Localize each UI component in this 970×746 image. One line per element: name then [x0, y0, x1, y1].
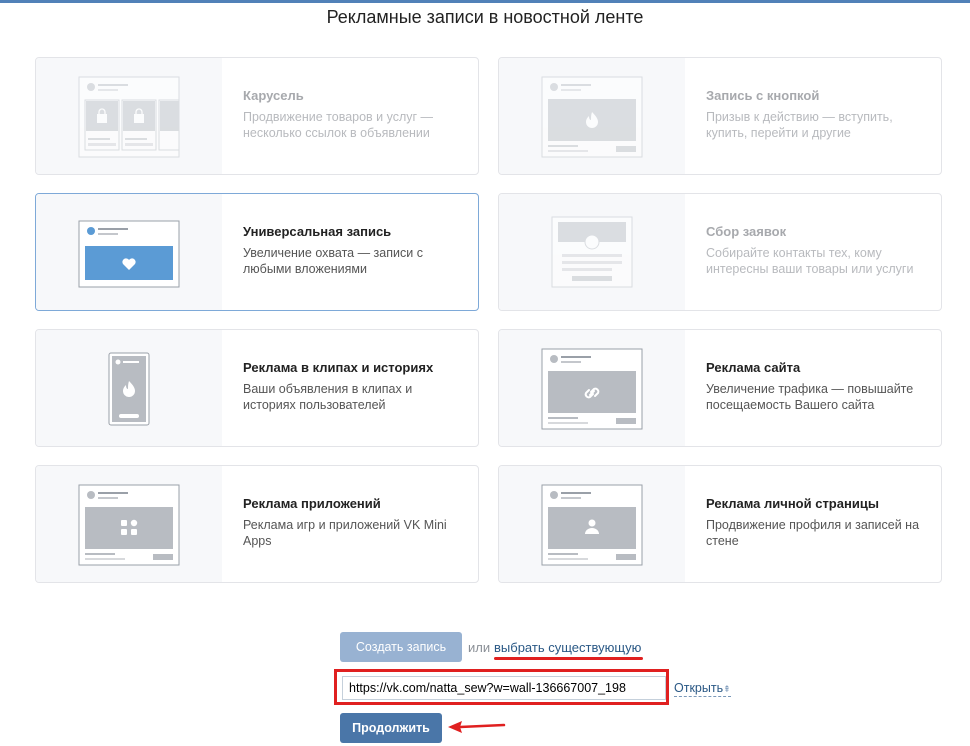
card-app-ads-preview — [36, 466, 222, 582]
card-post-with-button-preview — [499, 58, 685, 174]
card-personal-page-ads[interactable]: Реклама личной страницы Продвижение проф… — [498, 465, 942, 583]
circle-icon — [584, 234, 600, 250]
card-title: Запись с кнопкой — [706, 88, 820, 103]
card-title: Универсальная запись — [243, 224, 392, 239]
open-arrow-icon: ⇞ — [723, 684, 731, 694]
card-title: Реклама приложений — [243, 496, 381, 511]
card-personal-page-ads-preview — [499, 466, 685, 582]
top-border — [0, 0, 970, 3]
card-title: Сбор заявок — [706, 224, 787, 239]
card-description: Продвижение профиля и записей на стене — [706, 518, 920, 548]
card-post-with-button[interactable]: Запись с кнопкой Призыв к действию — вст… — [498, 57, 942, 175]
open-link[interactable]: Открыть⇞ — [674, 681, 731, 697]
card-lead-collection-preview — [499, 194, 685, 310]
card-title: Реклама в клипах и историях — [243, 360, 434, 375]
annotation-underline — [494, 657, 643, 660]
card-universal-post-preview — [36, 194, 222, 310]
card-description: Увеличение охвата — записи с любыми влож… — [243, 246, 423, 276]
card-app-ads[interactable]: Реклама приложений Реклама игр и приложе… — [35, 465, 479, 583]
continue-button[interactable]: Продолжить — [340, 713, 442, 743]
card-carousel[interactable]: Карусель Продвижение товаров и услуг — н… — [35, 57, 479, 175]
card-clips-stories-preview — [36, 330, 222, 446]
arrow-icon — [448, 721, 506, 733]
card-title: Карусель — [243, 88, 304, 103]
card-title: Реклама личной страницы — [706, 496, 879, 511]
card-description: Продвижение товаров и услуг — несколько … — [243, 110, 434, 140]
card-description: Ваши объявления в клипах и историях поль… — [243, 382, 413, 412]
card-lead-collection[interactable]: Сбор заявок Собирайте контакты тех, кому… — [498, 193, 942, 311]
card-description: Собирайте контакты тех, кому интересны в… — [706, 246, 914, 276]
card-description: Реклама игр и приложений VK Mini Apps — [243, 518, 447, 548]
card-website-ads[interactable]: Реклама сайта Увеличение трафика — повыш… — [498, 329, 942, 447]
choose-existing-link[interactable]: выбрать существующую — [494, 640, 641, 655]
post-url-input[interactable] — [342, 676, 666, 700]
card-carousel-preview — [36, 58, 222, 174]
card-description: Увеличение трафика — повышайте посещаемо… — [706, 382, 914, 412]
open-link-label: Открыть — [674, 681, 724, 695]
card-title: Реклама сайта — [706, 360, 801, 375]
card-universal-post[interactable]: Универсальная запись Увеличение охвата —… — [35, 193, 479, 311]
or-text: или — [468, 640, 491, 655]
page-title: Рекламные записи в новостной ленте — [326, 7, 644, 27]
card-clips-stories[interactable]: Реклама в клипах и историях Ваши объявле… — [35, 329, 479, 447]
card-website-ads-preview — [499, 330, 685, 446]
card-description: Призыв к действию — вступить, купить, пе… — [706, 110, 893, 140]
create-post-button[interactable]: Создать запись — [340, 632, 462, 662]
